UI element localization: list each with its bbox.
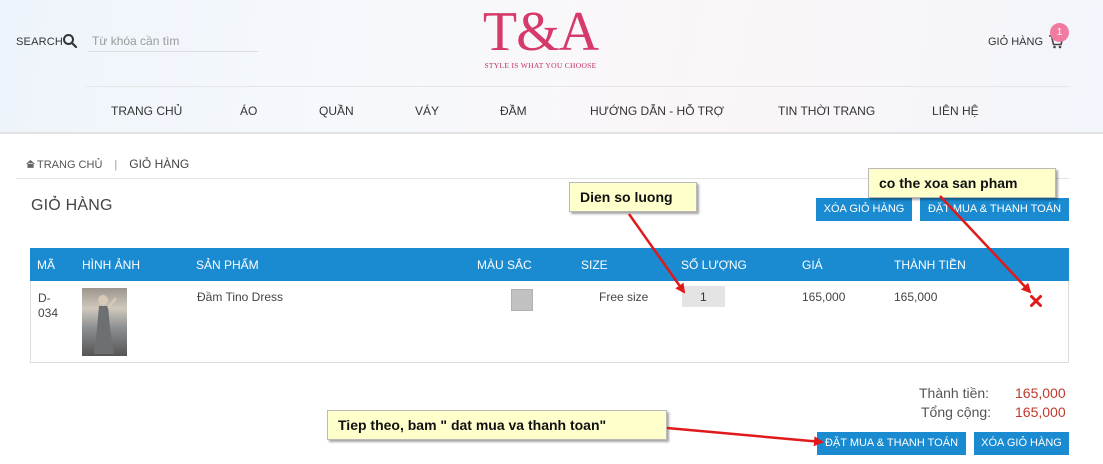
nav-item-home[interactable]: TRANG CHỦ	[111, 104, 182, 118]
nav-item-dresses[interactable]: ĐẦM	[500, 104, 527, 118]
product-code-line1: D-	[38, 291, 51, 305]
product-size: Free size	[599, 290, 649, 304]
annotation-delete: co the xoa san pham	[868, 168, 1056, 198]
grand-total-value: 165,000	[1015, 404, 1066, 420]
breadcrumb-separator: |	[114, 159, 118, 171]
nav-item-contact[interactable]: LIÊN HỆ	[932, 104, 979, 118]
nav-item-pants[interactable]: QUẦN	[319, 104, 354, 118]
col-header-color: MÀU SẮC	[477, 258, 532, 272]
product-code-line2: 034	[38, 306, 59, 320]
subtotal-label: Thành tiền:	[919, 385, 990, 401]
product-price: 165,000	[802, 290, 846, 304]
nav-item-news[interactable]: TIN THỜI TRANG	[778, 104, 875, 118]
col-header-size: SIZE	[581, 258, 608, 272]
quantity-input[interactable]	[682, 286, 725, 307]
clear-cart-button-top[interactable]: XÓA GIỎ HÀNG	[816, 198, 912, 221]
page-title: GIỎ HÀNG	[31, 197, 113, 214]
product-thumbnail[interactable]	[82, 288, 127, 356]
annotation-quantity: Dien so luong	[569, 182, 697, 212]
delete-item-icon[interactable]	[1029, 294, 1043, 308]
col-header-code: MÃ	[37, 258, 55, 272]
cart-table-header: MÃ HÌNH ẢNH SẢN PHẨM MÀU SẮC SIZE SỐ LƯỢ…	[30, 248, 1069, 281]
search-label: SEARCH	[16, 36, 64, 48]
clear-cart-button[interactable]: XÓA GIỎ HÀNG	[974, 432, 1069, 455]
col-header-price: GIÁ	[802, 258, 823, 272]
breadcrumb-home[interactable]: TRANG CHỦ	[37, 159, 102, 171]
home-icon	[26, 160, 35, 168]
nav-item-skirts[interactable]: VÁY	[415, 104, 439, 118]
product-name[interactable]: Đầm Tino Dress	[197, 290, 283, 304]
col-header-image: HÌNH ẢNH	[82, 258, 141, 272]
checkout-button[interactable]: ĐẶT MUA & THANH TOÁN	[817, 432, 966, 455]
grand-total-label: Tổng cộng:	[921, 404, 992, 420]
logo-text: T&A	[482, 1, 599, 63]
cart-count-badge: 1	[1050, 23, 1069, 42]
product-line-total: 165,000	[894, 290, 938, 304]
site-logo[interactable]: T&A STYLE IS WHAT YOU CHOOSE	[468, 4, 613, 74]
nav-divider	[86, 86, 1069, 87]
logo-tagline: STYLE IS WHAT YOU CHOOSE	[484, 61, 597, 70]
search-icon[interactable]	[62, 33, 78, 49]
nav-item-shirts[interactable]: ÁO	[240, 104, 257, 118]
dress-figure-icon	[94, 295, 117, 354]
search-input[interactable]	[88, 30, 258, 52]
annotation-checkout: Tiep theo, bam " dat mua va thanh toan"	[327, 410, 667, 440]
col-header-product: SẢN PHẨM	[196, 258, 259, 272]
checkout-button-top[interactable]: ĐẶT MUA & THANH TOÁN	[920, 198, 1069, 221]
color-swatch	[511, 289, 533, 311]
breadcrumb-current: GIỎ HÀNG	[129, 157, 190, 171]
arrow-to-checkout	[666, 426, 824, 447]
breadcrumb: TRANG CHỦ | GIỎ HÀNG	[26, 157, 189, 171]
subtotal-value: 165,000	[1015, 385, 1066, 401]
nav-item-support[interactable]: HƯỚNG DẪN - HỖ TRỢ	[590, 104, 724, 118]
main-nav: TRANG CHỦ ÁO QUẦN VÁY ĐẦM HƯỚNG DẪN - HỖ…	[0, 104, 1103, 120]
col-header-total: THÀNH TIỀN	[894, 258, 966, 272]
col-header-quantity: SỐ LƯỢNG	[681, 258, 747, 272]
cart-link[interactable]: GIỎ HÀNG	[988, 36, 1043, 48]
